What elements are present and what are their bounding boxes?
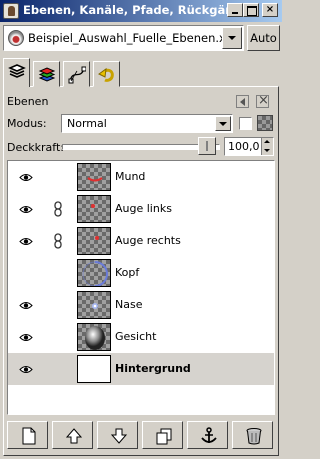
new-layer-button[interactable]: [7, 421, 48, 449]
layer-row[interactable]: Nase: [8, 289, 274, 321]
maximize-button[interactable]: [243, 3, 259, 17]
opacity-spin-arrows[interactable]: [261, 138, 273, 155]
opacity-spinbox[interactable]: 100,0: [224, 137, 274, 156]
mode-label: Modus:: [7, 117, 47, 130]
opacity-value: 100,0: [228, 140, 260, 153]
new-layer-icon: [22, 427, 36, 445]
visibility-eye-icon[interactable]: [19, 364, 33, 373]
visibility-eye-icon[interactable]: [19, 236, 33, 245]
dock-title: Ebenen: [7, 95, 49, 108]
mode-value: Normal: [67, 117, 107, 130]
duplicate-layer-icon: [156, 428, 172, 445]
title-bar[interactable]: Ebenen, Kanäle, Pfade, Rückgängig ×: [0, 0, 282, 22]
layer-thumbnail[interactable]: [77, 323, 111, 351]
link-chain-icon[interactable]: [54, 201, 62, 217]
visibility-eye-icon[interactable]: [19, 268, 33, 277]
spin-up-icon[interactable]: [264, 140, 270, 143]
layer-thumbnail[interactable]: [77, 163, 111, 191]
chevron-down-icon: [219, 122, 227, 126]
layer-row[interactable]: Auge rechts: [8, 225, 274, 257]
layer-name[interactable]: Mund: [115, 170, 145, 183]
opacity-label: Deckkraft:: [7, 141, 64, 154]
minimize-button[interactable]: [227, 3, 243, 17]
tab-channels[interactable]: [33, 61, 60, 87]
image-icon: [8, 30, 24, 46]
opacity-slider-thumb[interactable]: [198, 137, 216, 155]
duplicate-layer-button[interactable]: [142, 421, 183, 449]
link-chain-icon[interactable]: [54, 169, 62, 185]
layer-name[interactable]: Kopf: [115, 266, 139, 279]
layer-thumbnail[interactable]: [77, 227, 111, 255]
spin-down-icon[interactable]: [264, 149, 270, 152]
visibility-eye-icon[interactable]: [19, 332, 33, 341]
layer-thumbnail[interactable]: [77, 291, 111, 319]
layer-row[interactable]: Hintergrund: [8, 353, 274, 385]
paths-icon: [68, 66, 86, 84]
layer-row[interactable]: Kopf: [8, 257, 274, 289]
dock-menu-button[interactable]: [236, 95, 249, 108]
layer-list[interactable]: Mund Auge links Auge rechts Kopf Nase Gesicht…: [7, 160, 275, 415]
lower-layer-icon: [110, 428, 128, 444]
chevron-down-icon: [228, 36, 236, 40]
tab-paths[interactable]: [63, 61, 90, 87]
layer-name[interactable]: Gesicht: [115, 330, 156, 343]
image-selector-value: Beispiel_Auswahl_Fuelle_Ebenen.xcf-23: [28, 31, 223, 45]
layer-thumbnail[interactable]: [77, 195, 111, 223]
layer-name[interactable]: Nase: [115, 298, 142, 311]
window-title: Ebenen, Kanäle, Pfade, Rückgängig: [23, 3, 254, 17]
mode-select[interactable]: Normal: [61, 114, 233, 133]
visibility-eye-icon[interactable]: [19, 300, 33, 309]
layer-thumbnail[interactable]: [77, 355, 111, 383]
layer-row[interactable]: Gesicht: [8, 321, 274, 353]
layer-button-bar: [7, 421, 275, 451]
gimp-app-icon: [3, 3, 19, 19]
anchor-layer-icon: [201, 427, 217, 443]
layer-row[interactable]: Auge links: [8, 193, 274, 225]
image-selector-dropdown-button[interactable]: [222, 27, 242, 49]
link-chain-icon[interactable]: [54, 265, 62, 281]
layer-name[interactable]: Hintergrund: [115, 362, 191, 375]
visibility-eye-icon[interactable]: [19, 172, 33, 181]
link-chain-icon[interactable]: [54, 329, 62, 345]
raise-layer-button[interactable]: [52, 421, 93, 449]
delete-layer-icon: [246, 428, 262, 445]
mode-dropdown-button[interactable]: [215, 116, 231, 131]
raise-layer-icon: [65, 428, 83, 444]
tab-layers[interactable]: [3, 58, 30, 87]
anchor-layer-button[interactable]: [187, 421, 228, 449]
close-button[interactable]: ×: [262, 3, 278, 17]
link-chain-icon[interactable]: [54, 297, 62, 313]
layer-name[interactable]: Auge links: [115, 202, 172, 215]
lock-alpha-checkbox[interactable]: [239, 117, 252, 130]
image-selector[interactable]: Beispiel_Auswahl_Fuelle_Ebenen.xcf-23: [3, 25, 244, 51]
lower-layer-button[interactable]: [97, 421, 138, 449]
visibility-eye-icon[interactable]: [19, 204, 33, 213]
channels-icon: [38, 67, 56, 82]
link-chain-icon[interactable]: [54, 361, 62, 377]
layers-icon: [8, 64, 26, 78]
tab-undo-history[interactable]: [93, 61, 120, 87]
delete-layer-button[interactable]: [232, 421, 273, 449]
lock-alpha-icon: [257, 115, 273, 131]
layer-row[interactable]: Mund: [8, 161, 274, 193]
undo-history-icon: [98, 67, 114, 82]
link-chain-icon[interactable]: [54, 233, 62, 249]
opacity-slider-track[interactable]: [62, 144, 220, 150]
dock-close-button[interactable]: [256, 93, 269, 108]
layer-thumbnail[interactable]: [77, 259, 111, 287]
auto-button[interactable]: Auto: [247, 25, 280, 51]
layer-name[interactable]: Auge rechts: [115, 234, 181, 247]
